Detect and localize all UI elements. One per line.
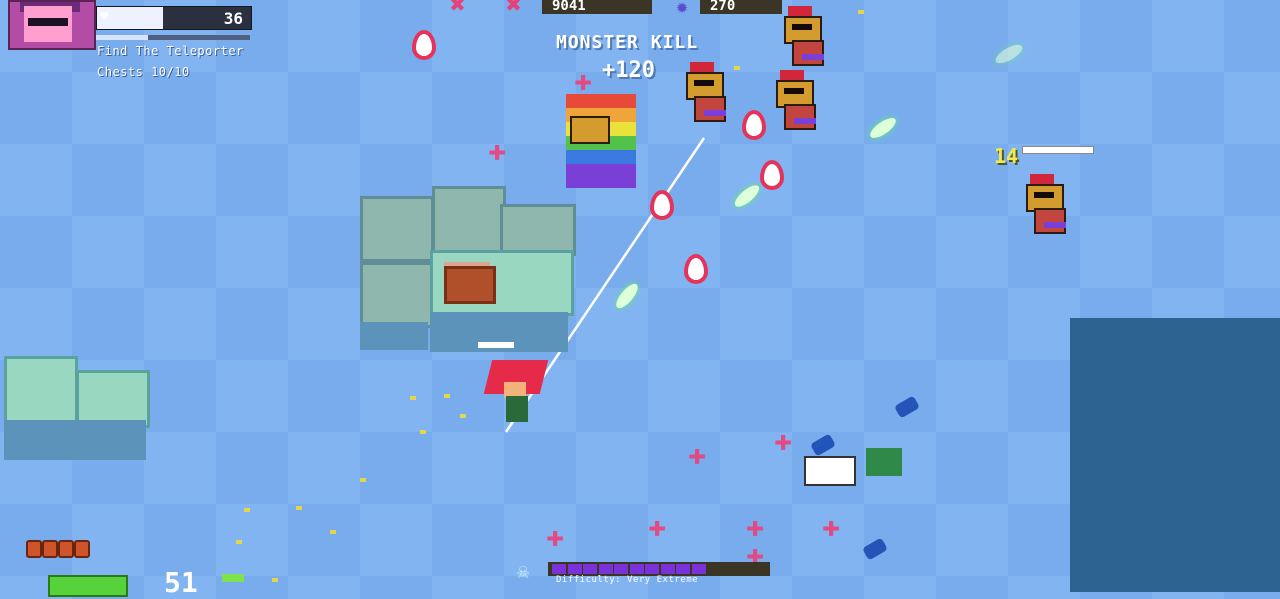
xp-bar bbox=[96, 35, 250, 40]
shell-casing bbox=[236, 540, 242, 544]
difficulty-segment bbox=[629, 564, 644, 574]
enemy-bullet bbox=[412, 30, 436, 60]
enemy-bullet bbox=[684, 254, 708, 284]
stone-block bbox=[360, 196, 434, 262]
shell-casing bbox=[330, 530, 336, 534]
difficulty-segment bbox=[660, 564, 675, 574]
weapon-icon bbox=[48, 575, 128, 597]
stone-block bbox=[4, 356, 78, 426]
shell-casing bbox=[460, 414, 466, 418]
supply-crate[interactable] bbox=[866, 448, 902, 476]
enemy-sprite[interactable] bbox=[782, 6, 826, 66]
gear-icon: ✹ bbox=[676, 0, 689, 18]
objective-text: Find The Teleporter bbox=[97, 44, 244, 58]
star-pickup: ✚ bbox=[546, 519, 565, 554]
shell-casing bbox=[296, 506, 302, 510]
kill-popup-title: MONSTER KILL bbox=[556, 32, 699, 53]
player-portrait bbox=[8, 0, 96, 50]
shell-casing bbox=[360, 478, 366, 482]
enemy-bullet bbox=[742, 110, 766, 140]
player-character[interactable] bbox=[483, 360, 549, 440]
player-bullet bbox=[731, 181, 763, 211]
shell-casing bbox=[272, 578, 278, 582]
difficulty-segment bbox=[707, 564, 721, 574]
block-base bbox=[4, 420, 146, 460]
player-bullet bbox=[993, 41, 1025, 67]
star-pickup: ✚ bbox=[688, 437, 707, 472]
enemy-bullet bbox=[650, 190, 674, 220]
barrel-prop[interactable] bbox=[893, 395, 921, 419]
enemy-health-bar bbox=[1022, 146, 1094, 154]
xp-fill bbox=[96, 35, 149, 40]
star-pickup: ✚ bbox=[822, 509, 841, 544]
player-bullet bbox=[612, 280, 642, 312]
enemy-sprite[interactable] bbox=[684, 62, 728, 122]
enemy-bullet bbox=[760, 160, 784, 190]
difficulty-label: Difficulty: Very Extreme bbox=[556, 575, 699, 585]
health-value: 36 bbox=[223, 9, 243, 28]
stone-block bbox=[500, 204, 576, 256]
treasure-chest[interactable] bbox=[444, 266, 496, 304]
star-pickup: ✚ bbox=[648, 509, 667, 544]
dice-crate[interactable] bbox=[804, 456, 856, 486]
stone-block bbox=[432, 186, 506, 254]
kill-popup-score: +120 bbox=[602, 58, 655, 83]
difficulty-segment bbox=[567, 564, 582, 574]
damage-number: 14 bbox=[994, 144, 1019, 168]
shell-casing bbox=[858, 10, 864, 14]
enemy-sprite[interactable] bbox=[774, 70, 818, 130]
shell-casing bbox=[734, 66, 740, 70]
pedestal-bar bbox=[478, 342, 514, 348]
deep-water-wall bbox=[1070, 318, 1280, 592]
star-pickup: ✚ bbox=[488, 133, 507, 168]
difficulty-segment bbox=[614, 564, 628, 574]
barrel-prop[interactable] bbox=[861, 537, 889, 561]
shell-casing bbox=[244, 508, 250, 512]
shell-casing bbox=[410, 396, 416, 400]
star-icon: ✖ bbox=[506, 0, 522, 20]
gem-counter: 270 bbox=[700, 0, 782, 14]
skull-icon: ☠ bbox=[517, 559, 530, 583]
ammo-reserve-pip bbox=[26, 540, 42, 558]
score-counter: 9041 bbox=[542, 0, 652, 14]
player-bullet bbox=[867, 114, 899, 142]
star-icon: ✖ bbox=[450, 0, 466, 20]
difficulty-segment bbox=[754, 564, 768, 574]
difficulty-segment bbox=[723, 564, 737, 574]
difficulty-segment bbox=[598, 564, 613, 574]
shell-casing bbox=[420, 430, 426, 434]
star-pickup: ✚ bbox=[574, 63, 593, 98]
difficulty-bar bbox=[548, 562, 770, 576]
ammo-reserve-pip bbox=[42, 540, 58, 558]
rainbow-enemy[interactable] bbox=[566, 94, 636, 194]
barrel-prop[interactable] bbox=[809, 433, 837, 457]
stone-block bbox=[360, 262, 434, 328]
star-pickup: ✚ bbox=[774, 423, 793, 458]
difficulty-segment bbox=[676, 564, 690, 574]
heart-icon: ♥ bbox=[100, 9, 109, 25]
difficulty-segment bbox=[645, 564, 659, 574]
ammo-bar bbox=[222, 574, 244, 582]
difficulty-segment bbox=[583, 564, 597, 574]
chests-counter: Chests 10/10 bbox=[97, 65, 190, 79]
difficulty-segment bbox=[738, 564, 752, 574]
difficulty-segment bbox=[691, 564, 706, 574]
ammo-reserve-pip bbox=[58, 540, 74, 558]
ammo-reserve-pip bbox=[74, 540, 90, 558]
enemy-sprite[interactable] bbox=[1024, 174, 1068, 234]
ammo-count: 51 bbox=[164, 566, 198, 599]
block-base bbox=[360, 322, 428, 350]
health-bar: 36 bbox=[96, 6, 252, 30]
shell-casing bbox=[444, 394, 450, 398]
difficulty-segment bbox=[552, 564, 566, 574]
